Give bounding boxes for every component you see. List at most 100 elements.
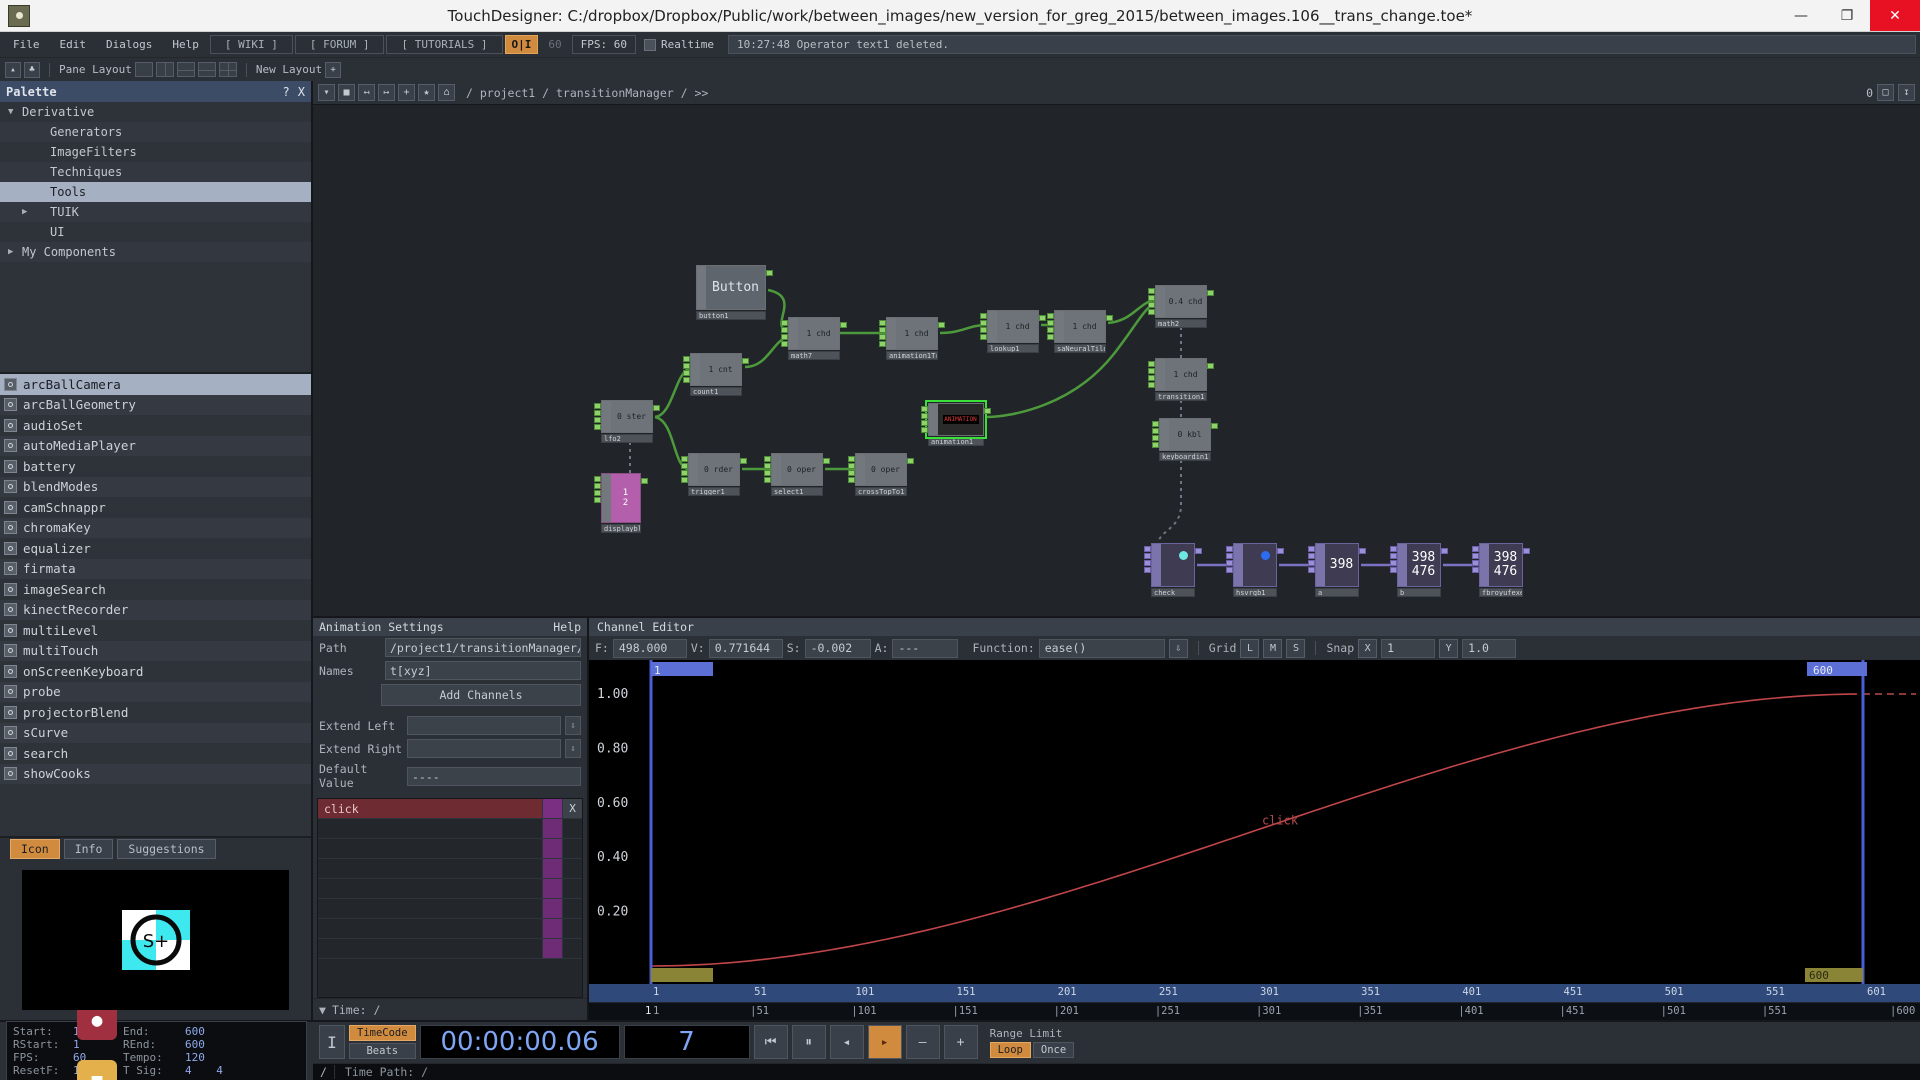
pane-layout-vsplit-button[interactable] bbox=[155, 62, 174, 77]
node-viewer[interactable]: 1 2 bbox=[611, 474, 640, 522]
network-anchor-icon[interactable]: ♣ bbox=[24, 61, 40, 78]
node-flags[interactable] bbox=[1480, 544, 1489, 586]
node-viewer[interactable]: Button bbox=[706, 266, 765, 309]
palette-tree-item-tools[interactable]: Tools bbox=[0, 182, 311, 202]
timecode-display[interactable]: 00:00:00.06 bbox=[419, 1025, 620, 1060]
node-inputs[interactable] bbox=[781, 320, 789, 347]
channel-remove-button[interactable] bbox=[562, 879, 582, 898]
grid-small-button[interactable]: S bbox=[1286, 638, 1306, 658]
node-viewer[interactable]: 398 476 bbox=[1407, 544, 1440, 586]
beats-button[interactable]: Beats bbox=[349, 1043, 416, 1060]
channel-row[interactable] bbox=[318, 939, 582, 959]
menu-help[interactable]: Help bbox=[163, 35, 208, 54]
channel-name[interactable] bbox=[318, 819, 542, 838]
network-node-b[interactable]: 398 476 b bbox=[1390, 543, 1448, 597]
chevron-down-icon[interactable]: ▼ bbox=[8, 107, 22, 117]
node-viewer[interactable]: 1 cnt bbox=[700, 354, 741, 385]
extend-right-dropdown-icon[interactable]: ⇩ bbox=[565, 739, 581, 758]
realtime-toggle[interactable]: Realtime bbox=[638, 36, 720, 53]
node-inputs[interactable] bbox=[980, 313, 988, 340]
node-output[interactable] bbox=[641, 478, 648, 484]
pane-layout-hsplit2-button[interactable] bbox=[197, 62, 216, 77]
path-input[interactable]: /project1/transitionManager/animation1 bbox=[385, 638, 581, 657]
node-viewer[interactable]: 0 kbl bbox=[1169, 419, 1210, 450]
node-output[interactable] bbox=[766, 270, 773, 276]
node-flags[interactable] bbox=[1156, 359, 1165, 390]
rend-value[interactable]: 600 bbox=[185, 1038, 245, 1051]
palette-component-multiTouch[interactable]: multiTouch bbox=[0, 640, 311, 661]
palette-component-kinectRecorder[interactable]: kinectRecorder bbox=[0, 599, 311, 620]
channel-remove-button[interactable] bbox=[562, 899, 582, 918]
link-forum[interactable]: [ FORUM ] bbox=[294, 35, 385, 54]
node-inputs[interactable] bbox=[879, 320, 887, 347]
node-viewer[interactable]: 0 oper bbox=[865, 454, 906, 485]
close-button[interactable]: ✕ bbox=[1870, 0, 1920, 31]
palette-help-button[interactable]: ? bbox=[283, 85, 290, 99]
channel-name[interactable]: click bbox=[318, 799, 542, 818]
channel-remove-button[interactable] bbox=[562, 819, 582, 838]
channel-color-swatch[interactable] bbox=[542, 899, 562, 918]
pane-layout-quad-button[interactable] bbox=[218, 62, 237, 77]
node-inputs[interactable] bbox=[1390, 546, 1398, 573]
palette-tab-info[interactable]: Info bbox=[63, 839, 114, 859]
maximize-button[interactable]: ❐ bbox=[1824, 0, 1870, 31]
node-output[interactable] bbox=[907, 458, 914, 464]
node-output[interactable] bbox=[1039, 315, 1046, 321]
node-flags[interactable] bbox=[1160, 419, 1169, 450]
node-flags[interactable] bbox=[988, 311, 997, 342]
network-path-breadcrumb[interactable]: / project1 / transitionManager / >> bbox=[466, 86, 708, 100]
step-back-button[interactable]: ◂ bbox=[829, 1025, 864, 1060]
frame-display[interactable]: 7 bbox=[623, 1025, 750, 1060]
node-viewer[interactable]: 0 ster bbox=[611, 401, 652, 432]
network-node-math7[interactable]: 1 chd math7 bbox=[781, 317, 847, 360]
palette-tree-item-my-components[interactable]: ▶ My Components bbox=[0, 242, 311, 262]
end-value[interactable]: 600 bbox=[185, 1025, 245, 1038]
tempo-value[interactable]: 120 bbox=[185, 1051, 245, 1064]
increment-button[interactable]: + bbox=[943, 1025, 978, 1060]
node-flags[interactable] bbox=[772, 454, 781, 485]
node-output[interactable] bbox=[984, 408, 991, 414]
curve-path-click[interactable] bbox=[650, 693, 1857, 967]
node-output[interactable] bbox=[938, 322, 945, 328]
node-output[interactable] bbox=[740, 458, 747, 464]
channel-remove-button[interactable] bbox=[562, 919, 582, 938]
new-layout-add-button[interactable]: + bbox=[325, 61, 342, 78]
node-flags[interactable] bbox=[1152, 544, 1161, 586]
palette-tree-item-imagefilters[interactable]: ImageFilters bbox=[0, 142, 311, 162]
node-inputs[interactable] bbox=[764, 456, 772, 483]
node-viewer[interactable]: 1 chd bbox=[997, 311, 1038, 342]
network-node-trigger1[interactable]: 0 rder trigger1 bbox=[681, 453, 747, 496]
node-output[interactable] bbox=[1106, 315, 1113, 321]
node-inputs[interactable] bbox=[1226, 546, 1234, 573]
network-node-lookup1[interactable]: 1 chd lookup1 bbox=[980, 310, 1046, 353]
channel-row[interactable]: click X bbox=[318, 799, 582, 819]
add-channels-button[interactable]: Add Channels bbox=[381, 684, 581, 706]
chevron-right-icon[interactable]: ▶ bbox=[22, 207, 36, 217]
palette-component-probe[interactable]: probe bbox=[0, 681, 311, 702]
channel-color-swatch[interactable] bbox=[542, 939, 562, 958]
palette-component-arcBallGeometry[interactable]: arcBallGeometry bbox=[0, 394, 311, 415]
node-inputs[interactable] bbox=[921, 406, 929, 433]
channel-color-swatch[interactable] bbox=[542, 919, 562, 938]
node-viewer[interactable]: 1 chd bbox=[1165, 359, 1206, 390]
node-output[interactable] bbox=[1207, 363, 1214, 369]
snap-x-input[interactable]: 1 bbox=[1381, 638, 1436, 658]
palette-tab-suggestions[interactable]: Suggestions bbox=[117, 839, 216, 859]
palette-close-button[interactable]: X bbox=[298, 85, 305, 99]
network-stop-icon[interactable]: ■ bbox=[338, 84, 355, 101]
node-viewer[interactable]: ANIMATION bbox=[938, 404, 983, 435]
channel-color-swatch[interactable] bbox=[542, 839, 562, 858]
network-back-icon[interactable]: ↤ bbox=[358, 84, 375, 101]
node-viewer[interactable]: 398 bbox=[1325, 544, 1358, 586]
node-output[interactable] bbox=[653, 405, 660, 411]
menu-file[interactable]: File bbox=[4, 35, 49, 54]
node-inputs[interactable] bbox=[1152, 421, 1160, 448]
menu-edit[interactable]: Edit bbox=[51, 35, 96, 54]
node-inputs[interactable] bbox=[594, 476, 602, 503]
network-node-keyboardin1[interactable]: 0 kbl keyboardin1 bbox=[1152, 418, 1218, 461]
channel-row[interactable] bbox=[318, 899, 582, 919]
node-inputs[interactable] bbox=[1472, 546, 1480, 573]
node-output[interactable] bbox=[1195, 548, 1202, 554]
default-value-input[interactable]: ---- bbox=[407, 766, 581, 786]
palette-component-multiLevel[interactable]: multiLevel bbox=[0, 620, 311, 641]
